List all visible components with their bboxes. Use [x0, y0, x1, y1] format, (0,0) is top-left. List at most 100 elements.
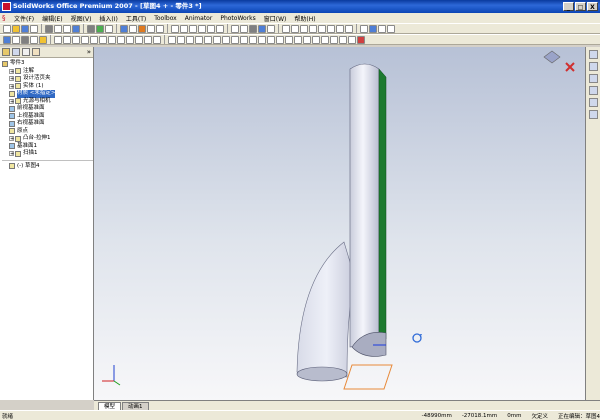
fillet-icon[interactable]	[168, 35, 176, 44]
zoom-area-icon[interactable]	[180, 24, 188, 33]
repair-sketch-icon[interactable]	[294, 35, 302, 44]
model-canvas[interactable]	[94, 47, 585, 400]
highlight-icon[interactable]	[39, 35, 47, 44]
tree-item[interactable]: + 实体 (1)	[2, 83, 93, 91]
wireframe-icon[interactable]	[231, 24, 239, 33]
sketch-picture-icon[interactable]	[348, 35, 356, 44]
tab-animation[interactable]: 动画1	[122, 402, 149, 410]
extend-icon[interactable]	[213, 35, 221, 44]
tree-item[interactable]: 零件3	[2, 60, 93, 68]
point-icon[interactable]	[135, 35, 143, 44]
expand-icon[interactable]: +	[9, 151, 14, 157]
normal-to-icon[interactable]	[345, 24, 353, 33]
menu-insert[interactable]: 插入(I)	[99, 14, 117, 23]
undo-icon[interactable]	[72, 24, 80, 33]
sketch-text-icon[interactable]	[153, 35, 161, 44]
add-relation-icon[interactable]	[276, 35, 284, 44]
mass-props-icon[interactable]	[387, 24, 395, 33]
tangent-arc-icon[interactable]	[99, 35, 107, 44]
quick-snaps-icon[interactable]	[303, 35, 311, 44]
ellipse-icon[interactable]	[117, 35, 125, 44]
display-icon[interactable]	[156, 24, 164, 33]
zoom-selection-icon[interactable]	[198, 24, 206, 33]
exit-sketch-icon[interactable]	[357, 35, 365, 44]
menu-view[interactable]: 视图(V)	[71, 14, 92, 23]
rapid-sketch-icon[interactable]	[312, 35, 320, 44]
isometric-view-icon[interactable]	[336, 24, 344, 33]
rectangle-icon[interactable]	[63, 35, 71, 44]
layer-dropdown-icon[interactable]	[129, 24, 137, 33]
circular-pattern-icon[interactable]	[267, 35, 275, 44]
rebuild-icon[interactable]	[96, 24, 104, 33]
options-icon[interactable]	[105, 24, 113, 33]
menu-file[interactable]: 文件(F)	[14, 14, 34, 23]
polygon-icon[interactable]	[72, 35, 80, 44]
new-icon[interactable]	[3, 24, 11, 33]
design-library-icon[interactable]	[588, 62, 598, 71]
appearance-icon[interactable]	[138, 24, 146, 33]
resources-icon[interactable]	[588, 50, 598, 59]
tree-item[interactable]: 前视基准面	[2, 105, 93, 113]
expand-icon[interactable]: +	[9, 136, 14, 142]
zoom-in-out-icon[interactable]	[189, 24, 197, 33]
open-icon[interactable]	[12, 24, 20, 33]
rotate-view-icon[interactable]	[207, 24, 215, 33]
sketch-plane-outline[interactable]	[343, 364, 393, 390]
file-explorer-icon[interactable]	[588, 74, 598, 83]
smart-dimension-icon[interactable]	[369, 24, 377, 33]
tree-item[interactable]: (-) 草图4	[2, 163, 93, 171]
expand-icon[interactable]: +	[9, 98, 14, 104]
convert-entities-icon[interactable]	[195, 35, 203, 44]
menu-help[interactable]: 帮助(H)	[294, 14, 315, 23]
centerline-icon[interactable]	[144, 35, 152, 44]
tree-item[interactable]: 右视基准面	[2, 120, 93, 128]
elbow-end-face[interactable]	[296, 366, 348, 382]
display-relations-icon[interactable]	[285, 35, 293, 44]
property-manager-tab-icon[interactable]	[12, 48, 20, 56]
paste-icon[interactable]	[63, 24, 71, 33]
minimize-button[interactable]: _	[563, 2, 574, 11]
expand-icon[interactable]: +	[9, 83, 14, 89]
tree-item[interactable]: + 设计活页夹	[2, 75, 93, 83]
tree-item[interactable]: + 光源与相机	[2, 98, 93, 106]
front-view-icon[interactable]	[282, 24, 290, 33]
cut-icon[interactable]	[45, 24, 53, 33]
tree-item[interactable]: 上视基准面	[2, 113, 93, 121]
left-view-icon[interactable]	[300, 24, 308, 33]
measure-icon[interactable]	[378, 24, 386, 33]
copy-icon[interactable]	[54, 24, 62, 33]
menu-window[interactable]: 窗口(W)	[264, 14, 287, 23]
dimension-dropdown-icon[interactable]	[21, 35, 29, 44]
mirror-icon[interactable]	[222, 35, 230, 44]
top-view-icon[interactable]	[318, 24, 326, 33]
grid-snap-icon[interactable]	[330, 35, 338, 44]
exit-sketch-x-icon[interactable]	[565, 62, 575, 72]
close-button[interactable]: X	[587, 2, 598, 11]
dimxpert-tab-icon[interactable]	[32, 48, 40, 56]
heads-up-view-icon[interactable]	[543, 50, 561, 64]
move-entities-icon[interactable]	[231, 35, 239, 44]
menu-photoworks[interactable]: PhotoWorks	[220, 15, 255, 22]
bottom-view-icon[interactable]	[327, 24, 335, 33]
centerpoint-arc-icon[interactable]	[90, 35, 98, 44]
print-icon[interactable]	[30, 24, 38, 33]
maximize-button[interactable]: □	[575, 2, 586, 11]
right-view-icon[interactable]	[309, 24, 317, 33]
view-dropdown-icon[interactable]	[30, 35, 38, 44]
instant-2d-icon[interactable]	[339, 35, 347, 44]
circle-icon[interactable]	[81, 35, 89, 44]
trim-icon[interactable]	[204, 35, 212, 44]
tree-item[interactable]: 原点	[2, 128, 93, 136]
tree-item[interactable]: 材质 <未指定>	[2, 90, 93, 98]
expand-icon[interactable]: +	[9, 76, 14, 82]
tree-item[interactable]: + 扫描1	[2, 150, 93, 158]
select-icon[interactable]	[87, 24, 95, 33]
expand-icon[interactable]: +	[9, 68, 14, 74]
appearances-icon[interactable]	[588, 110, 598, 119]
column-flat-face[interactable]	[378, 68, 387, 343]
offset-icon[interactable]	[186, 35, 194, 44]
back-view-icon[interactable]	[291, 24, 299, 33]
spline-icon[interactable]	[126, 35, 134, 44]
menu-toolbox[interactable]: Toolbox	[154, 15, 177, 22]
tree-item[interactable]: + 注解	[2, 68, 93, 76]
